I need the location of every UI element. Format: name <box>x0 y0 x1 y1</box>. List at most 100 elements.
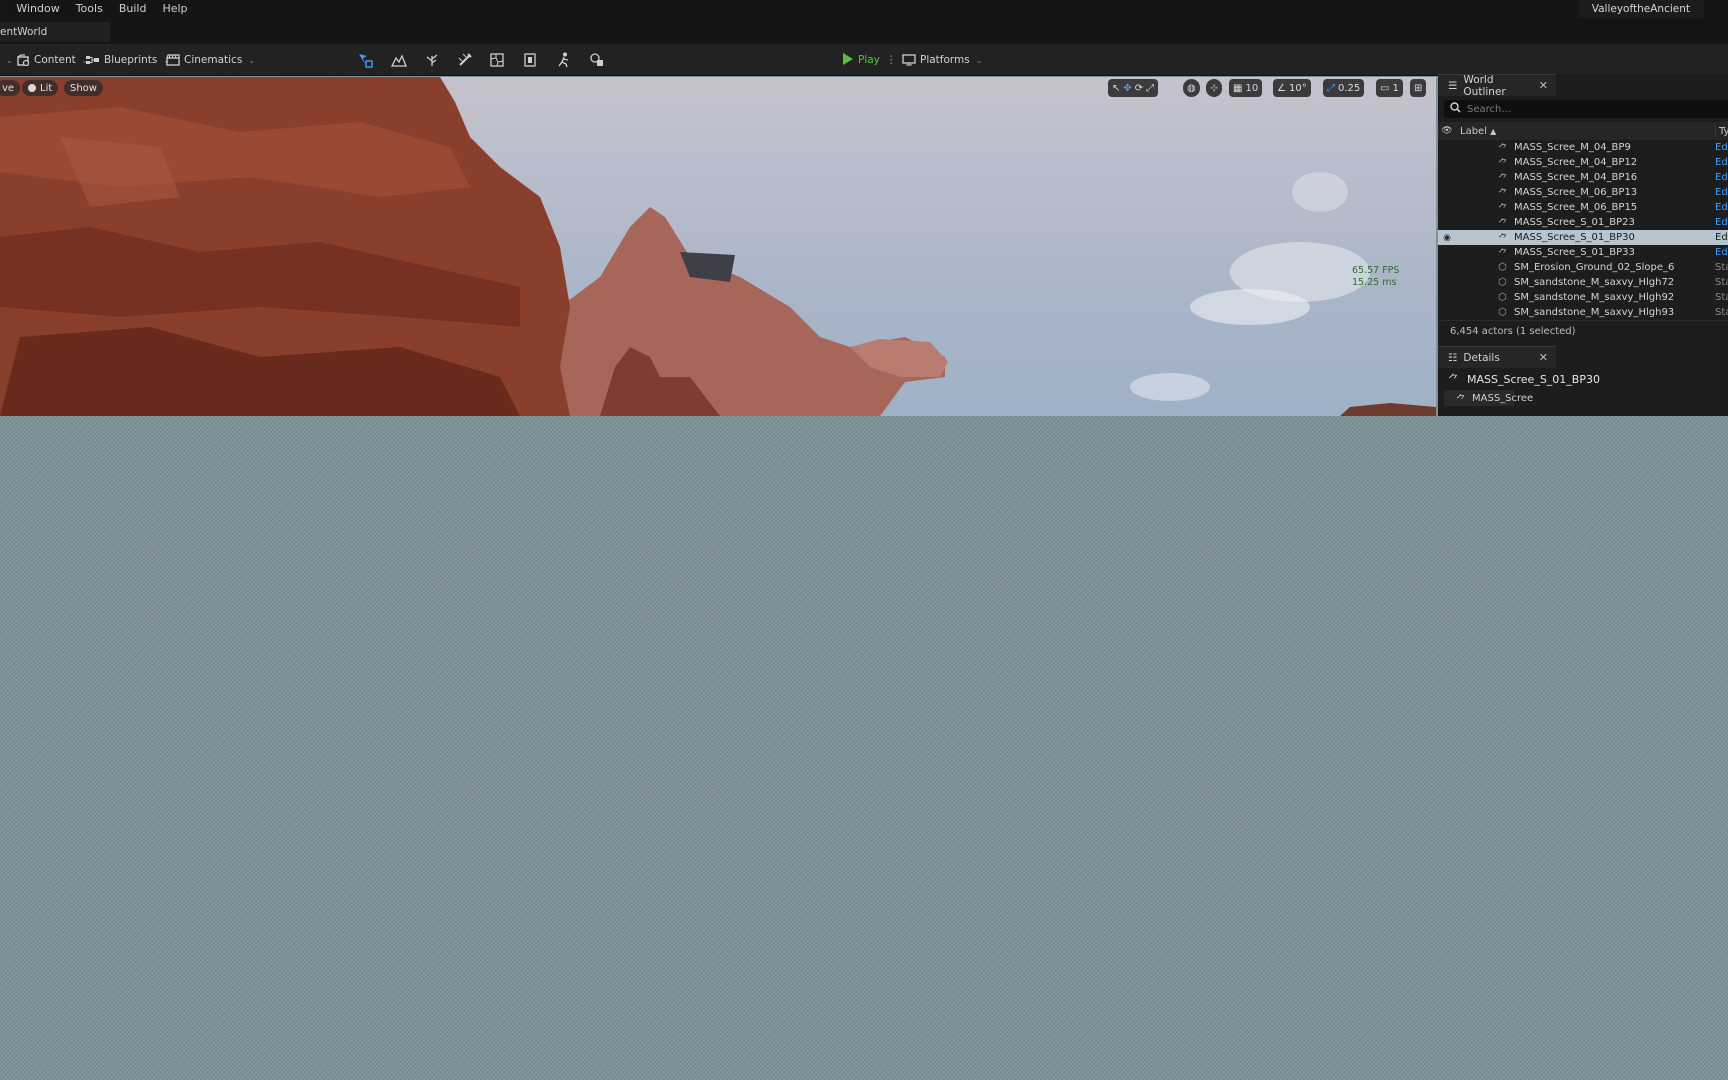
modeling-mode-icon[interactable] <box>586 49 608 71</box>
mesh-paint-mode-icon[interactable] <box>454 49 476 71</box>
visibility-column-icon: 👁 <box>1441 126 1453 136</box>
blueprint-icon <box>86 53 100 67</box>
content-browser-icon <box>16 53 30 67</box>
actor-type: Sta <box>1715 262 1728 273</box>
outliner-row[interactable]: ⺈ MASS_Scree_S_01_BP23 Ed <box>1438 215 1728 230</box>
viewport-layout-button[interactable]: ⊞ <box>1410 79 1427 97</box>
animation-mode-icon[interactable] <box>553 49 575 71</box>
title-bar <box>0 0 1728 44</box>
select-cursor-icon[interactable]: ↖ <box>1112 83 1120 94</box>
blueprint-actor-icon: ⺈ <box>1498 204 1508 215</box>
view-mode-label: Lit <box>40 82 53 94</box>
brush-edit-mode-icon[interactable] <box>519 49 541 71</box>
grid-snap-control[interactable]: ▦ 10 <box>1229 79 1263 97</box>
world-local-toggle[interactable]: ◍ <box>1183 79 1200 97</box>
component-tree-root[interactable]: ⺈ MASS_Scree <box>1444 390 1533 406</box>
cinematics-label: Cinematics <box>184 54 243 66</box>
actor-label: SM_sandstone_M_saxvy_Hlgh93 <box>1514 307 1675 318</box>
actor-label: MASS_Scree_M_04_BP9 <box>1514 142 1631 153</box>
actor-type: Sta <box>1715 292 1728 303</box>
actor-label: MASS_Scree_M_04_BP16 <box>1514 172 1638 183</box>
close-icon[interactable]: ✕ <box>1539 79 1548 92</box>
platforms-icon <box>902 53 916 67</box>
menu-item-help[interactable]: Help <box>154 0 195 18</box>
move-icon[interactable]: ✥ <box>1123 83 1131 94</box>
main-menu: t Window Tools Build Help <box>0 0 196 18</box>
level-tab[interactable]: entWorld <box>0 22 110 42</box>
scale-snap-control[interactable]: ⤢ 0.25 <box>1323 79 1365 97</box>
visibility-toggle-icon[interactable]: ◉ <box>1438 233 1456 243</box>
rotation-snap-control[interactable]: ∠ 10° <box>1273 79 1311 97</box>
actor-label: SM_Erosion_Ground_02_Slope_6 <box>1514 262 1675 273</box>
rotate-icon[interactable]: ⟳ <box>1135 83 1143 94</box>
scale-icon[interactable]: ⤢ <box>1146 83 1154 94</box>
play-options-button[interactable]: ⋮ <box>886 44 897 76</box>
blueprint-actor-icon: ⺈ <box>1498 249 1508 260</box>
blueprints-button[interactable]: Blueprints ⌄ <box>86 44 170 76</box>
outliner-row[interactable]: ◉ ⺈ MASS_Scree_S_01_BP30 Ed <box>1438 230 1728 245</box>
camera-speed-value: 1 <box>1392 82 1399 94</box>
outliner-row[interactable]: ⺈ MASS_Scree_S_01_BP33 Ed <box>1438 245 1728 260</box>
outliner-column-header: 👁 Label ▲ Typ <box>1438 122 1728 140</box>
actor-label: MASS_Scree_S_01_BP23 <box>1514 217 1635 228</box>
world-outliner-tab[interactable]: ☰ World Outliner ✕ <box>1438 74 1556 98</box>
viewport-scene <box>0 77 1436 416</box>
blueprint-actor-icon: ⺈ <box>1498 174 1508 185</box>
landscape-mode-icon[interactable] <box>388 49 410 71</box>
actor-label: MASS_Scree_M_06_BP13 <box>1514 187 1638 198</box>
details-panel: ☷ Details ✕ ⺈ MASS_Scree_S_01_BP30 ⺈ MAS… <box>1438 346 1728 416</box>
outliner-row[interactable]: ⺈ MASS_Scree_M_06_BP13 Ed <box>1438 185 1728 200</box>
outliner-row[interactable]: ⬡ SM_sandstone_M_saxvy_Hlgh93 Sta <box>1438 305 1728 320</box>
content-button[interactable]: Content ⌄ <box>16 44 88 76</box>
foliage-mode-icon[interactable] <box>421 49 443 71</box>
outliner-row[interactable]: ⬡ SM_Erosion_Ground_02_Slope_6 Sta <box>1438 260 1728 275</box>
menu-item-edit[interactable]: t <box>0 0 8 18</box>
scale-snap-icon: ⤢ <box>1327 82 1335 94</box>
outliner-row[interactable]: ⬡ SM_sandstone_M_saxvy_Hlgh92 Sta <box>1438 290 1728 305</box>
show-dropdown[interactable]: Show <box>64 80 103 96</box>
static-mesh-icon: ⬡ <box>1498 307 1507 318</box>
outliner-row[interactable]: ⺈ MASS_Scree_M_04_BP16 Ed <box>1438 170 1728 185</box>
play-icon <box>842 52 854 68</box>
menu-item-window[interactable]: Window <box>8 0 67 18</box>
close-icon[interactable]: ✕ <box>1539 351 1548 364</box>
component-label: MASS_Scree <box>1472 392 1534 404</box>
project-name: ValleyoftheAncient <box>1577 0 1704 18</box>
actor-type: Ed <box>1715 172 1728 183</box>
type-column-header[interactable]: Typ <box>1715 125 1728 137</box>
outliner-row[interactable]: ⺈ MASS_Scree_M_04_BP9 Ed <box>1438 140 1728 155</box>
main-toolbar: ⌄ Content ⌄ Blueprints ⌄ Cinematics ⌄ Pl… <box>0 44 1728 76</box>
layout-grid-icon: ⊞ <box>1414 82 1423 94</box>
search-placeholder: Search... <box>1467 103 1511 115</box>
chevron-down-icon: ⌄ <box>6 55 13 65</box>
label-column-header[interactable]: Label ▲ <box>1460 126 1496 137</box>
camera-speed-control[interactable]: ▭ 1 <box>1376 79 1403 97</box>
actor-label: MASS_Scree_S_01_BP33 <box>1514 247 1635 258</box>
outliner-row[interactable]: ⺈ MASS_Scree_M_04_BP12 Ed <box>1438 155 1728 170</box>
actor-type: Sta <box>1715 307 1728 318</box>
blueprint-actor-icon: ⺈ <box>1498 189 1508 200</box>
outliner-search-field[interactable]: Search... <box>1444 100 1728 118</box>
angle-icon: ∠ <box>1277 82 1286 94</box>
save-button[interactable]: ⌄ <box>4 44 13 76</box>
platforms-button[interactable]: Platforms ⌄ <box>902 44 982 76</box>
menu-item-tools[interactable]: Tools <box>68 0 111 18</box>
details-tab[interactable]: ☷ Details ✕ <box>1438 346 1556 368</box>
cinematics-button[interactable]: Cinematics ⌄ <box>166 44 255 76</box>
outliner-icon: ☰ <box>1448 79 1458 92</box>
outliner-row[interactable]: ⺈ MASS_Scree_M_06_BP15 Ed <box>1438 200 1728 215</box>
actor-label: MASS_Scree_S_01_BP30 <box>1514 232 1635 243</box>
play-button[interactable]: Play <box>842 44 880 76</box>
actor-type: Ed <box>1715 142 1728 153</box>
menu-item-build[interactable]: Build <box>111 0 155 18</box>
select-mode-icon[interactable] <box>354 49 376 71</box>
level-viewport[interactable]: ve Lit Show ↖ ✥ ⟳ ⤢ ◍ ⊹ ▦ 10 ∠ 10° ⤢ 0.2… <box>0 77 1436 416</box>
fracture-mode-icon[interactable] <box>486 49 508 71</box>
outliner-row[interactable]: ⬡ SM_sandstone_M_saxvy_Hlgh72 Sta <box>1438 275 1728 290</box>
view-mode-dropdown[interactable]: Lit <box>22 80 59 96</box>
sort-ascending-icon: ▲ <box>1490 126 1497 136</box>
platforms-label: Platforms <box>920 54 970 66</box>
viewport-options-chip[interactable]: ve <box>0 80 21 96</box>
surface-snap-toggle[interactable]: ⊹ <box>1206 79 1223 97</box>
transform-tools: ↖ ✥ ⟳ ⤢ <box>1108 79 1159 97</box>
